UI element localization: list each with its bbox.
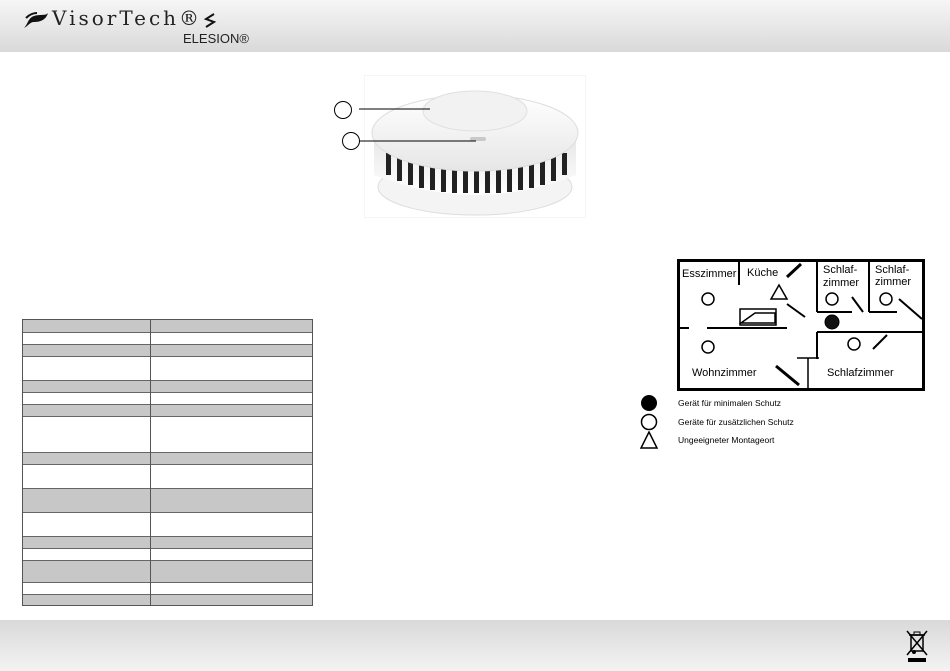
room-label-schlafzimmer-2b: zimmer [875,276,912,288]
table-row [23,595,312,605]
visortech-logo-icon [24,12,48,28]
table-row [23,453,312,465]
room-label-esszimmer: Esszimmer [682,268,737,280]
table-row [23,333,312,345]
room-label-kueche: Küche [747,267,779,279]
callout-marker-2 [342,132,360,150]
sub-brand-name: ELESION® [183,31,249,46]
table-row [23,345,312,357]
smoke-detector-figure [363,74,587,219]
smoke-detector-illustration [363,74,587,219]
callout-leader-line-2 [430,140,476,142]
table-row [23,393,312,405]
room-label-wohnzimmer: Wohnzimmer [692,367,757,379]
empty-circle-icon [640,413,658,431]
weee-crossed-bin-icon [906,630,928,662]
callout-marker-1 [334,101,352,119]
room-label-schlafzimmer-2a: Schlaf- [875,264,910,276]
table-row [23,405,312,417]
filled-circle-icon [641,395,657,411]
table-row [23,357,312,381]
room-label-schlafzimmer-1a: Schlaf- [823,264,858,276]
table-row [23,320,312,333]
legend-label: Gerät für minimalen Schutz [678,398,781,408]
specification-table [22,319,313,606]
table-row [23,583,312,595]
room-label-schlafzimmer-3: Schlafzimmer [827,367,894,379]
legend-label: Ungeeigneter Montageort [678,435,775,445]
table-row [23,537,312,549]
table-row [23,513,312,537]
legend-item: Ungeeigneter Montageort [639,430,774,453]
table-row [23,381,312,393]
table-row [23,489,312,513]
table-row [23,465,312,489]
callout-leader-lines [359,108,430,142]
table-column-divider [150,320,151,605]
triangle-icon [639,430,659,449]
elesion-logo-icon [203,13,217,28]
table-row [23,561,312,583]
table-row [23,417,312,453]
floor-plan: Esszimmer Küche Schlaf- zimmer Schlaf- z… [677,259,925,396]
brand-name: VisorTech® [52,6,203,30]
room-label-schlafzimmer-1b: zimmer [823,277,860,289]
table-row [23,549,312,561]
footer-band [0,620,950,671]
legend-label: Geräte für zusätzlichen Schutz [678,417,794,427]
